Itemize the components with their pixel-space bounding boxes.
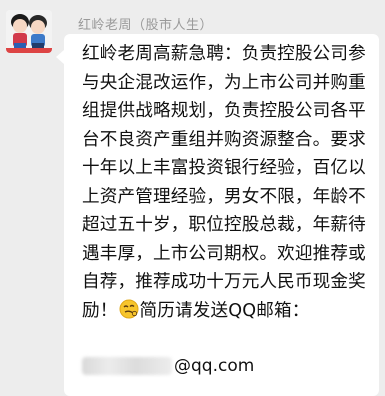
avatar[interactable] [6, 10, 52, 53]
redacted-email-user [82, 357, 172, 375]
sender-name: 红岭老周（股市人生） [78, 18, 214, 33]
email-domain: @qq.com [174, 356, 255, 376]
message-bubble[interactable]: 红岭老周高薪急聘：负责控股公司参与央企混改运作，为上市公司并购重组提供战略规划，… [56, 34, 379, 396]
message-email-label: 简历请发送QQ邮箱： [139, 300, 310, 321]
message-text: 红岭老周高薪急聘：负责控股公司参与央企混改运作，为上市公司并购重组提供战略规划，… [82, 40, 374, 328]
avatar-image [6, 10, 52, 53]
face-emoji-icon [119, 299, 139, 329]
message-body: 红岭老周高薪急聘：负责控股公司参与央企混改运作，为上市公司并购重组提供战略规划，… [82, 44, 366, 321]
email-address[interactable]: @qq.com [82, 352, 254, 380]
